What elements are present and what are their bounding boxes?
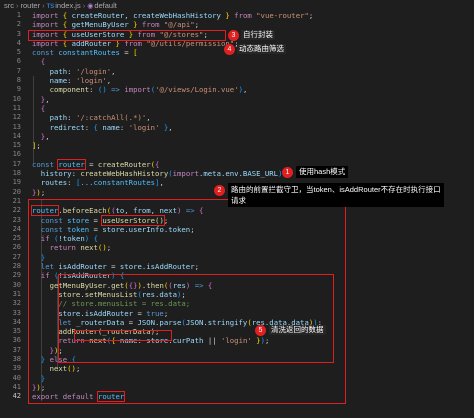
annotation-label-4: 动态路由筛选 [237,44,286,54]
annotation-label-2-line2: 请求 [231,196,246,205]
code-line: 1 import { createRouter, createWebHashHis… [16,11,314,20]
code-line: 16 [12,150,21,159]
highlight-box-get-menu [58,274,334,363]
chevron-right-icon: › [16,1,19,10]
editor-window: src › router › TSindex.js › ◉default 1 import {… [0,0,474,418]
code-line: 11 { [12,103,46,113]
chevron-right-icon: › [42,1,45,10]
code-line: 6 { [16,57,46,67]
code-line: 15]; [12,141,41,151]
annotation-label-3: 自行封装 [241,30,275,40]
code-line: 10 }, [12,94,50,104]
code-line: 13 redirect: { name: 'login' }, [12,122,173,132]
code-line: 17 const router = createRouter({ [12,158,160,170]
annotation-marker-3: 3 [228,30,239,41]
highlight-box-import-store [28,30,226,41]
code-line: 2 import { getMenuByUser } from "@/api"; [16,20,200,30]
breadcrumb-src[interactable]: src [4,1,14,10]
code-line: 8 name: 'login', [16,76,112,86]
annotation-marker-2: 2 [214,185,225,196]
chevron-right-icon: › [82,1,86,10]
annotation-label-1: 使用hash模式 [296,166,349,178]
annotation-marker-5: 5 [255,325,266,336]
breadcrumb: src › router › TSindex.js › ◉default [0,0,474,11]
code-line: 12 path: '/:catchAll(.*)', [12,113,151,123]
annotation-label-5: 清洗返回的数据 [269,325,326,335]
code-line: 14 }, [12,131,50,141]
breadcrumb-symbol[interactable]: default [94,1,117,10]
code-line: 18 history: createWebHashHistory(import.… [12,169,287,179]
annotation-marker-1: 1 [282,167,293,178]
code-line: 7 path: '/login', [16,66,116,76]
breadcrumb-file[interactable]: index.js [55,1,80,10]
breadcrumb-router[interactable]: router [21,1,41,10]
annotation-marker-4: 4 [224,44,235,55]
ts-file-icon: TS [46,4,55,10]
code-line: 9 component: () => import('@/views/Login… [16,85,248,95]
annotation-label-2: 路由的前置拦截守卫，当token、isAddRouter不存在时执行接口 请求 [228,183,444,207]
annotation-label-2-line1: 路由的前置拦截守卫，当token、isAddRouter不存在时执行接口 [231,185,441,194]
symbol-icon: ◉ [87,3,94,10]
highlight-box-add-router [74,330,172,341]
